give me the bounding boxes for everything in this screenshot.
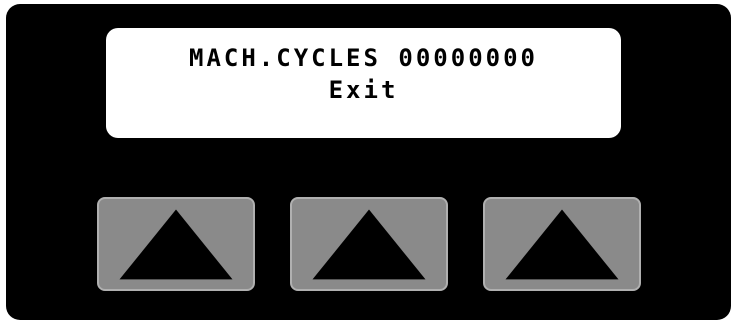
left-soft-key-button[interactable] bbox=[97, 197, 255, 291]
center-soft-key-button[interactable] bbox=[290, 197, 448, 291]
up-triangle-icon bbox=[312, 209, 426, 280]
lcd-display: MACH.CYCLES 00000000 Exit bbox=[106, 28, 621, 138]
up-triangle-icon bbox=[505, 209, 619, 280]
up-triangle-icon bbox=[119, 209, 233, 280]
display-line-exit: Exit bbox=[328, 76, 399, 104]
display-line-machine-cycles: MACH.CYCLES 00000000 bbox=[189, 44, 538, 72]
right-soft-key-button[interactable] bbox=[483, 197, 641, 291]
